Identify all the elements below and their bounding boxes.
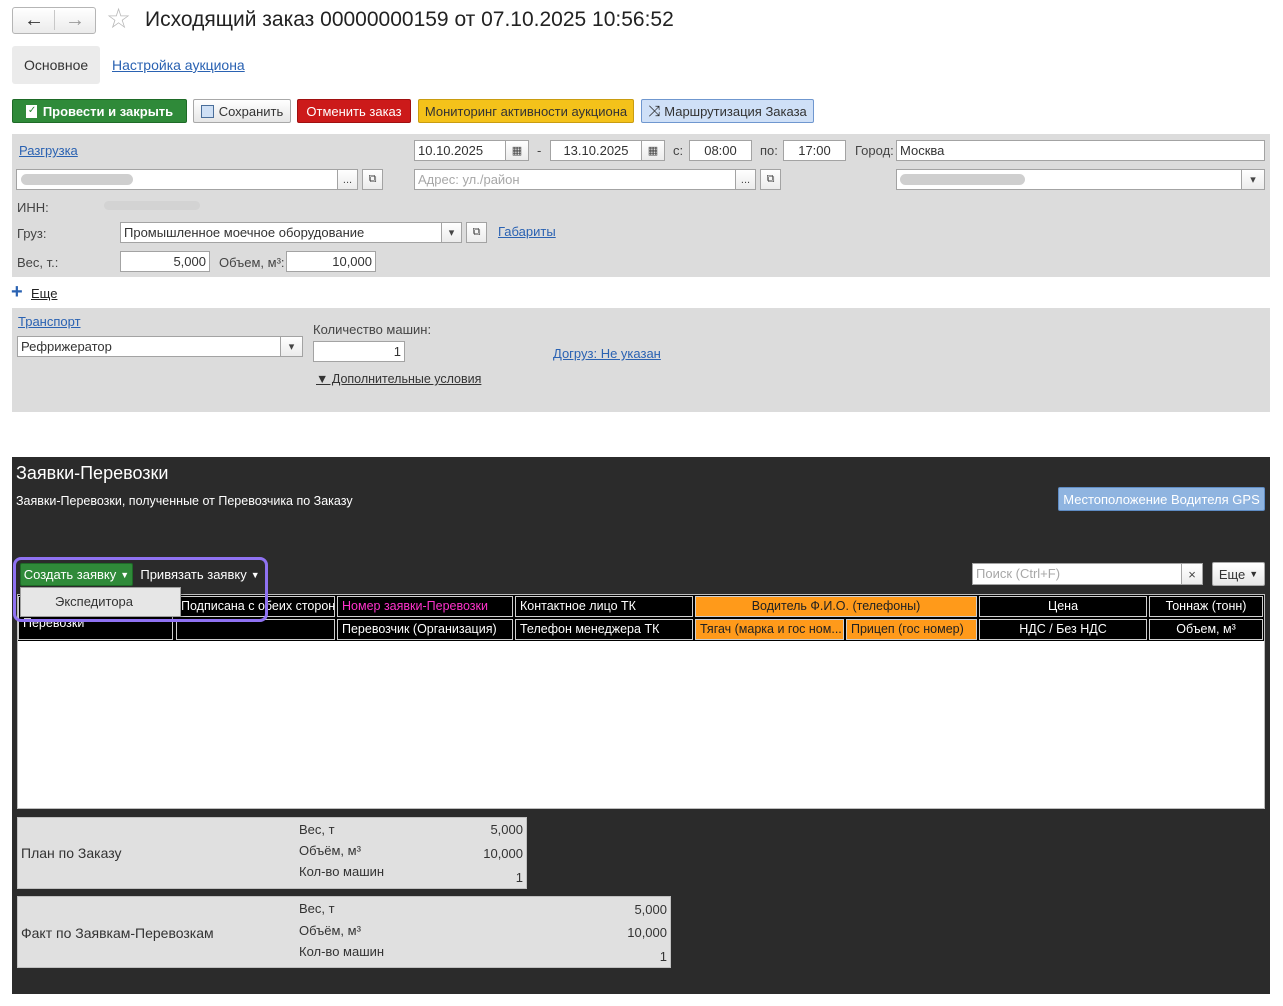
transport-type-field[interactable]: Рефрижератор xyxy=(17,336,281,357)
tab-main-label: Основное xyxy=(24,57,89,73)
cargo-label: Груз: xyxy=(17,226,47,241)
calendar-icon[interactable]: ▦ xyxy=(505,140,529,161)
requests-subtitle: Заявки-Перевозки, полученные от Перевозч… xyxy=(16,494,353,508)
plan-weight-value: 5,000 xyxy=(490,822,523,837)
fact-volume-value: 10,000 xyxy=(627,925,667,940)
cancel-order-button[interactable]: Отменить заказ xyxy=(297,99,411,123)
additional-conditions-toggle[interactable]: ▼ Дополнительные условия xyxy=(316,372,481,386)
document-check-icon: ✓ xyxy=(25,104,37,118)
col-carrier[interactable]: Перевозчик (Организация) xyxy=(337,619,513,640)
highlight-frame xyxy=(13,557,268,622)
more-link[interactable]: Еще xyxy=(31,286,57,301)
plan-volume-value: 10,000 xyxy=(483,846,523,861)
more-menu-button[interactable]: Еще ▼ xyxy=(1212,562,1265,586)
save-label: Сохранить xyxy=(218,103,284,119)
plan-volume-label: Объём, м³ xyxy=(299,843,361,858)
col-signed-cont xyxy=(176,619,335,640)
extra-load-link[interactable]: Догруз: Не указан xyxy=(553,346,661,361)
col-driver[interactable]: Водитель Ф.И.О. (телефоны) xyxy=(695,596,977,617)
cargo-field[interactable]: Промышленное моечное оборудование xyxy=(120,222,442,243)
auction-monitoring-button[interactable]: Мониторинг активности аукциона xyxy=(418,99,634,123)
clear-search-icon[interactable]: × xyxy=(1181,563,1203,585)
plus-icon[interactable]: + xyxy=(11,282,23,302)
shuffle-icon: ⤨ xyxy=(648,102,661,120)
plan-cars-label: Кол-во машин xyxy=(299,864,385,879)
plan-cars-value: 1 xyxy=(515,870,523,885)
favorite-star-icon[interactable]: ☆ xyxy=(106,3,131,35)
order-routing-label: Маршрутизация Заказа xyxy=(664,103,807,119)
col-request-number[interactable]: Номер заявки-Перевозки xyxy=(337,596,513,617)
order-routing-button[interactable]: ⤨ Маршрутизация Заказа xyxy=(641,99,814,123)
fact-cars-value: 1 xyxy=(659,949,667,964)
open-icon[interactable]: ⧉ xyxy=(466,222,487,243)
page-title: Исходящий заказ 00000000159 от 07.10.202… xyxy=(145,8,674,31)
redacted-text xyxy=(21,174,133,185)
time-to-label: по: xyxy=(760,143,778,158)
volume-label: Объем, м³: xyxy=(219,255,285,270)
address-input[interactable]: Адрес: ул./район xyxy=(414,169,736,190)
driver-gps-button[interactable]: Местоположение Водителя GPS xyxy=(1058,487,1265,511)
save-button[interactable]: Сохранить xyxy=(193,99,291,123)
city-field[interactable]: Москва xyxy=(896,140,1265,161)
chevron-down-icon[interactable]: ▾ xyxy=(441,222,462,243)
inn-label: ИНН: xyxy=(17,200,49,215)
date-dash: - xyxy=(537,143,542,158)
date-to-field[interactable]: 13.10.2025 xyxy=(550,140,642,161)
cars-count-label: Количество машин: xyxy=(313,322,432,337)
col-trailer[interactable]: Прицеп (гос номер) xyxy=(846,619,977,640)
calendar-icon[interactable]: ▦ xyxy=(641,140,665,161)
volume-field[interactable]: 10,000 xyxy=(286,251,376,272)
chevron-down-icon[interactable]: ▾ xyxy=(280,336,303,357)
col-tonnage[interactable]: Тоннаж (тонн) xyxy=(1149,596,1263,617)
time-from-label: с: xyxy=(673,143,684,158)
time-to-field[interactable]: 17:00 xyxy=(783,140,846,161)
redacted-text xyxy=(900,174,1025,185)
col-price[interactable]: Цена xyxy=(979,596,1147,617)
fact-volume-label: Объём, м³ xyxy=(299,923,361,938)
tab-auction-settings[interactable]: Настройка аукциона xyxy=(112,57,245,73)
weight-label: Вес, т.: xyxy=(17,255,59,270)
floppy-disk-icon xyxy=(200,104,214,118)
select-ellipsis-button[interactable]: ... xyxy=(337,169,358,190)
col-vat[interactable]: НДС / Без НДС xyxy=(979,619,1147,640)
col-truck[interactable]: Тягач (марка и гос ном... xyxy=(695,619,844,640)
plan-label: План по Заказу xyxy=(21,845,122,861)
weight-field[interactable]: 5,000 xyxy=(120,251,210,272)
open-icon[interactable]: ⧉ xyxy=(760,169,781,190)
col-manager-phone[interactable]: Телефон менеджера ТК xyxy=(515,619,693,640)
city-label: Город: xyxy=(855,143,894,158)
date-from-field[interactable]: 10.10.2025 xyxy=(414,140,506,161)
fact-weight-value: 5,000 xyxy=(634,902,667,917)
redacted-inn xyxy=(104,201,200,210)
transport-link[interactable]: Транспорт xyxy=(18,314,81,329)
time-from-field[interactable]: 08:00 xyxy=(689,140,752,161)
dimensions-link[interactable]: Габариты xyxy=(498,224,556,239)
post-close-label: Провести и закрыть xyxy=(42,103,174,119)
col-volume[interactable]: Объем, м³ xyxy=(1149,619,1263,640)
cars-count-field[interactable]: 1 xyxy=(313,341,405,362)
back-icon[interactable]: ← xyxy=(14,8,54,33)
search-input[interactable]: Поиск (Ctrl+F) xyxy=(972,563,1182,585)
chevron-down-icon[interactable]: ▾ xyxy=(1241,169,1265,190)
col-contact-tk[interactable]: Контактное лицо ТК xyxy=(515,596,693,617)
plan-weight-label: Вес, т xyxy=(299,822,335,837)
fact-weight-label: Вес, т xyxy=(299,901,335,916)
fact-label: Факт по Заявкам-Перевозкам xyxy=(21,925,214,941)
chevron-down-icon: ▼ xyxy=(1249,569,1259,579)
open-icon[interactable]: ⧉ xyxy=(362,169,383,190)
more-menu-label: Еще xyxy=(1218,566,1246,582)
fact-cars-label: Кол-во машин xyxy=(299,944,385,959)
requests-title: Заявки-Перевозки xyxy=(16,463,169,483)
select-ellipsis-button[interactable]: ... xyxy=(735,169,756,190)
forward-icon[interactable]: → xyxy=(55,8,95,33)
post-close-button[interactable]: ✓ Провести и закрыть xyxy=(12,99,187,123)
unload-link[interactable]: Разгрузка xyxy=(19,143,78,158)
